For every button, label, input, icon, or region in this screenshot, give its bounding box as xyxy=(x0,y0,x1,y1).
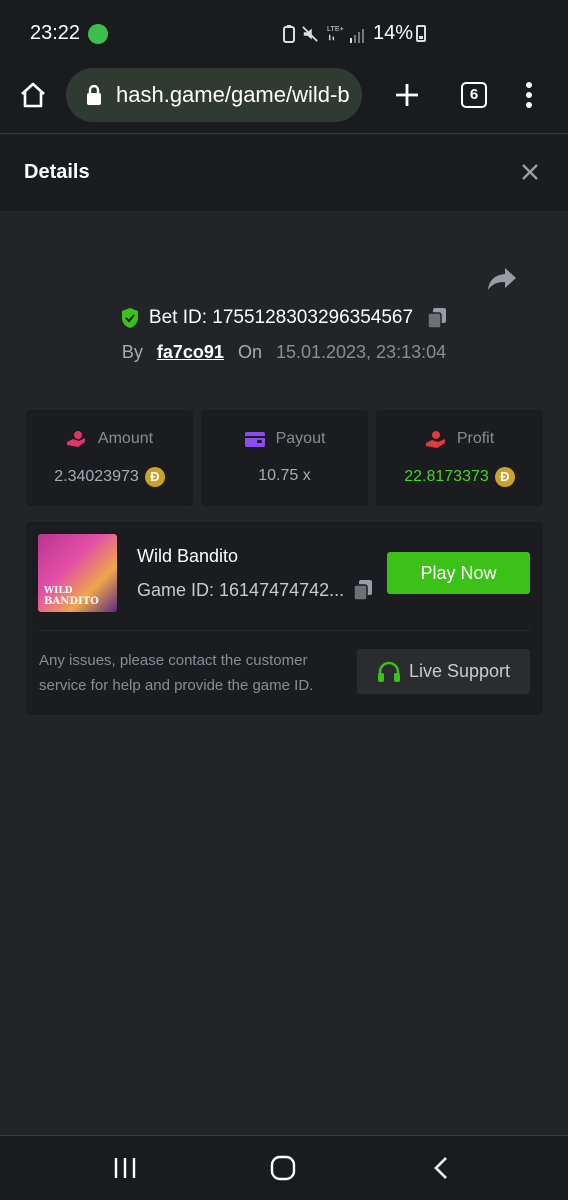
recent-apps-icon[interactable] xyxy=(112,1156,138,1180)
game-card: WILD BANDITO Wild Bandito Game ID: 16147… xyxy=(26,522,543,715)
signal-icon xyxy=(350,29,364,43)
copy-icon[interactable] xyxy=(427,307,447,329)
thumb-title-line1: WILD xyxy=(44,586,73,596)
profit-hand-icon xyxy=(425,431,445,448)
profit-label: Profit xyxy=(456,430,495,447)
battery-saver-icon xyxy=(283,25,295,43)
thumb-title-line2: BANDITO xyxy=(44,596,99,607)
bet-date: 15.01.2023, 23:13:04 xyxy=(275,341,447,362)
profit-value: 22.8173373 xyxy=(404,468,489,485)
system-nav-bar xyxy=(0,1135,568,1200)
divider xyxy=(38,630,531,631)
status-bar: 23:22 LTE+ 14% xyxy=(0,0,568,66)
by-label: By xyxy=(121,341,143,362)
bet-id-row: Bet ID: 1755128303296354567 xyxy=(0,304,568,332)
user-link[interactable]: fa7co91 xyxy=(157,342,224,363)
amount-label: Amount xyxy=(97,430,154,447)
payout-card: Payout 10.75 x xyxy=(201,410,368,506)
game-id: Game ID: 16147474742... xyxy=(137,580,345,600)
live-support-button[interactable]: Live Support xyxy=(357,649,530,694)
copy-icon[interactable] xyxy=(353,579,373,601)
home-icon[interactable] xyxy=(18,80,48,110)
tab-switcher-button[interactable]: 6 xyxy=(461,82,487,108)
live-support-label: Live Support xyxy=(408,661,511,681)
mute-icon xyxy=(302,26,318,42)
status-time: 23:22 xyxy=(30,22,81,44)
page-title: Details xyxy=(24,161,90,183)
game-thumbnail[interactable]: WILD BANDITO xyxy=(38,534,117,612)
doge-coin-icon: Ɖ xyxy=(494,467,515,487)
url-bar[interactable]: hash.game/game/wild-b xyxy=(66,68,362,122)
share-icon[interactable] xyxy=(487,266,517,292)
lte-signal-icon: LTE+ xyxy=(327,24,344,41)
play-now-button[interactable]: Play Now xyxy=(387,552,530,594)
bet-owner-row: By fa7co91 On 15.01.2023, 23:13:04 xyxy=(0,338,568,366)
battery-percent: 14% xyxy=(373,22,414,44)
back-icon[interactable] xyxy=(432,1156,450,1180)
profit-card: Profit 22.8173373 Ɖ xyxy=(376,410,543,506)
svg-text:LTE+: LTE+ xyxy=(327,24,344,33)
payout-label: Payout xyxy=(275,430,326,447)
home-nav-icon[interactable] xyxy=(270,1155,296,1181)
bet-id: Bet ID: 1755128303296354567 xyxy=(148,307,414,328)
details-header: Details xyxy=(0,135,568,211)
lock-icon xyxy=(87,85,101,105)
support-note: Any issues, please contact the customer … xyxy=(39,652,314,694)
coin-hand-icon xyxy=(66,431,85,447)
verified-shield-icon xyxy=(121,308,138,328)
amount-value: 2.34023973 xyxy=(54,468,139,485)
new-tab-icon[interactable] xyxy=(392,80,422,110)
wallet-icon xyxy=(244,432,265,447)
battery-icon xyxy=(416,25,426,42)
payout-value: 10.75 x xyxy=(258,467,311,484)
amount-card: Amount 2.34023973 Ɖ xyxy=(26,410,193,506)
app-notification-icon xyxy=(88,24,108,44)
url-text: hash.game/game/wild-b xyxy=(116,82,350,107)
doge-coin-icon: Ɖ xyxy=(144,467,165,487)
more-menu-icon[interactable] xyxy=(520,80,538,110)
headphone-icon xyxy=(377,661,400,682)
game-name: Wild Bandito xyxy=(137,546,239,566)
on-label: On xyxy=(237,341,262,362)
close-icon[interactable] xyxy=(520,162,540,182)
browser-toolbar: hash.game/game/wild-b 6 xyxy=(0,66,568,134)
